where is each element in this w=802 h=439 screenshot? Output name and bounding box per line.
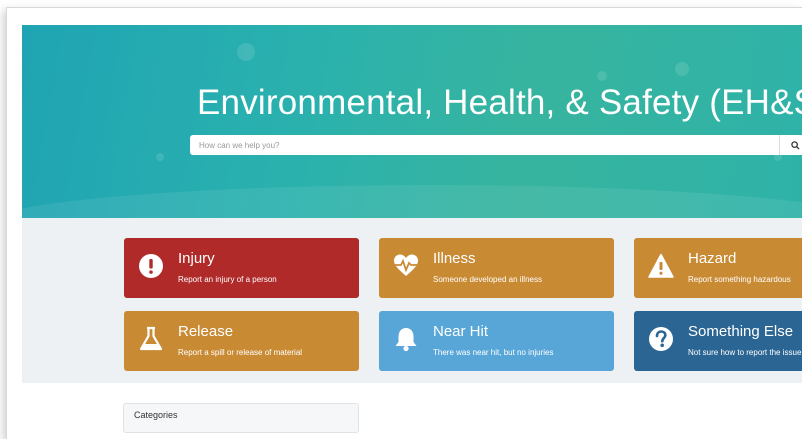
card-description: Report a spill or release of material <box>178 348 303 357</box>
card-description: There was near hit, but no injuries <box>433 348 554 357</box>
exclamation-circle-icon <box>139 254 163 278</box>
card-title: Near Hit <box>433 323 489 340</box>
browser-frame: Environmental, Health, & Safety (EH&S) I… <box>6 7 802 439</box>
something-else-card[interactable]: Something Else Not sure how to report th… <box>634 311 802 371</box>
report-types-section: Injury Report an injury of a person Illn… <box>22 218 802 383</box>
decor-bubble <box>237 43 255 61</box>
injury-card[interactable]: Injury Report an injury of a person <box>124 238 359 298</box>
categories-panel[interactable]: Categories <box>123 403 359 433</box>
hero-wave <box>22 185 802 218</box>
search-bar <box>190 135 802 155</box>
card-title: Illness <box>433 250 476 267</box>
card-title: Something Else <box>688 323 794 340</box>
card-description: Report something hazardous <box>688 275 791 284</box>
bell-icon <box>395 328 417 352</box>
question-circle-icon <box>649 327 673 351</box>
search-button[interactable] <box>779 135 802 155</box>
near-hit-card[interactable]: Near Hit There was near hit, but no inju… <box>379 311 614 371</box>
page-title: Environmental, Health, & Safety (EH&S) <box>197 83 802 122</box>
page: Environmental, Health, & Safety (EH&S) I… <box>22 25 802 439</box>
decor-bubble <box>675 62 689 76</box>
categories-heading: Categories <box>134 410 178 420</box>
search-input[interactable] <box>190 139 781 151</box>
card-title: Hazard <box>688 250 737 267</box>
hazard-card[interactable]: Hazard Report something hazardous <box>634 238 802 298</box>
card-description: Not sure how to report the issue <box>688 348 802 357</box>
card-description: Someone developed an illness <box>433 275 542 284</box>
decor-bubble <box>156 153 164 161</box>
warning-triangle-icon <box>648 253 674 278</box>
card-title: Release <box>178 323 234 340</box>
flask-icon <box>139 326 163 351</box>
card-description: Report an injury of a person <box>178 275 277 284</box>
decor-bubble <box>597 71 607 81</box>
search-icon <box>791 140 800 150</box>
release-card[interactable]: Release Report a spill or release of mat… <box>124 311 359 371</box>
card-title: Injury <box>178 250 215 267</box>
heartbeat-icon <box>394 254 418 276</box>
hero-banner: Environmental, Health, & Safety (EH&S) <box>22 25 802 218</box>
illness-card[interactable]: Illness Someone developed an illness <box>379 238 614 298</box>
